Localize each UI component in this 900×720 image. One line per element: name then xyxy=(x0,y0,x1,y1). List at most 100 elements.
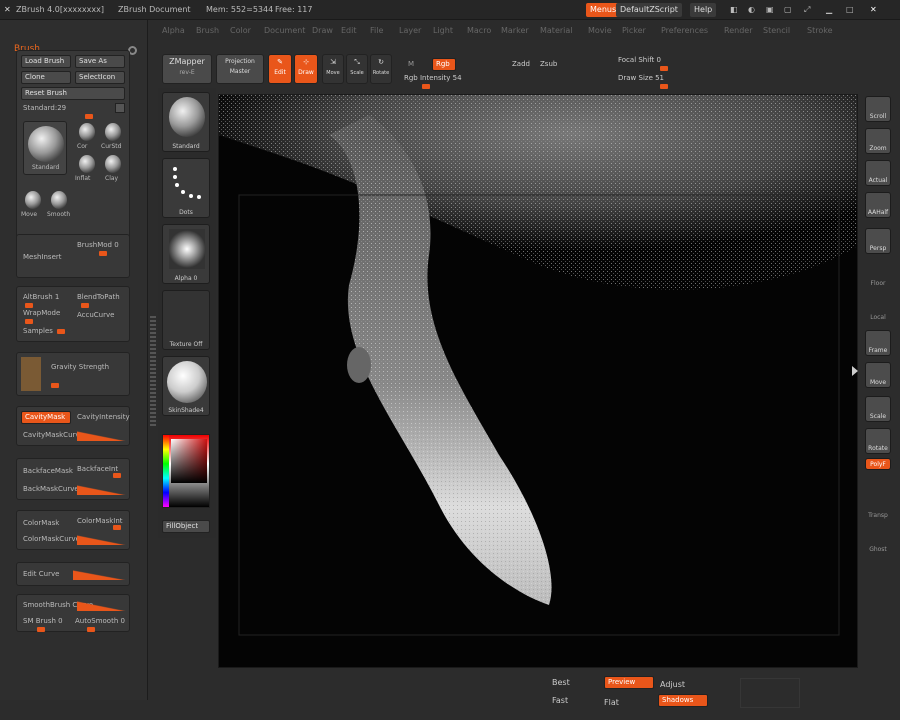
rightshelf-actual-icon[interactable]: Actual xyxy=(865,160,891,186)
material-swatch[interactable]: SkinShade4 xyxy=(162,356,210,416)
gravity-knob[interactable] xyxy=(51,383,59,388)
menu-item-layer[interactable]: Layer xyxy=(399,26,421,35)
menu-item-stroke[interactable]: Stroke xyxy=(807,26,833,35)
cavity-curve[interactable] xyxy=(77,431,127,441)
brush-picker-icon[interactable] xyxy=(115,103,125,113)
default-zscript-button[interactable]: DefaultZScript xyxy=(616,3,682,17)
edit-button[interactable]: ✎ Edit xyxy=(268,54,292,84)
menu-item-render[interactable]: Render xyxy=(724,26,752,35)
fast-button[interactable]: Fast xyxy=(552,696,568,705)
shadows-button[interactable]: Shadows xyxy=(658,694,708,707)
brush-thumb-curstd[interactable] xyxy=(105,123,121,141)
stroke-swatch[interactable]: Dots xyxy=(162,158,210,218)
color-mask-knob[interactable] xyxy=(113,525,121,530)
backface-knob[interactable] xyxy=(113,473,121,478)
color-square[interactable] xyxy=(171,439,207,483)
zadd-button[interactable]: Zadd xyxy=(512,60,530,68)
menu-item-marker[interactable]: Marker xyxy=(501,26,529,35)
restore-icon[interactable]: ▢ xyxy=(784,5,792,14)
samples-knob[interactable] xyxy=(57,329,65,334)
texture-swatch[interactable]: Texture Off xyxy=(162,290,210,350)
backface-curve[interactable] xyxy=(77,485,127,495)
save-as-button[interactable]: Save As xyxy=(75,55,125,68)
reset-brush-button[interactable]: Reset Brush xyxy=(21,87,125,100)
projection-master-button[interactable]: Projection Master xyxy=(216,54,264,84)
select-icon-button[interactable]: SelectIcon xyxy=(75,71,125,84)
edit-curve[interactable] xyxy=(73,570,127,580)
menu-item-color[interactable]: Color xyxy=(230,26,251,35)
menu-item-picker[interactable]: Picker xyxy=(622,26,646,35)
maximize-icon[interactable]: □ xyxy=(846,5,854,14)
menu-item-movie[interactable]: Movie xyxy=(588,26,612,35)
auto-smooth-knob[interactable] xyxy=(87,627,95,632)
brush-thumb-clay[interactable] xyxy=(105,155,121,173)
rightshelf-scale-icon[interactable]: Scale xyxy=(865,396,891,422)
draw-button[interactable]: ⊹ Draw xyxy=(294,54,318,84)
color-picker[interactable] xyxy=(162,434,210,508)
rightshelf-transp-icon[interactable]: Transp xyxy=(865,496,891,522)
menu-item-document[interactable]: Document xyxy=(264,26,305,35)
rgb-intensity-knob[interactable] xyxy=(422,84,430,89)
move-button[interactable]: ⇲ Move xyxy=(322,54,344,84)
sm-brush-knob[interactable] xyxy=(37,627,45,632)
load-brush-button[interactable]: Load Brush xyxy=(21,55,71,68)
collapse-right-arrow-icon[interactable] xyxy=(852,366,858,376)
rotate-button[interactable]: ↻ Rotate xyxy=(370,54,392,84)
cavity-mask-button[interactable]: CavityMask xyxy=(21,411,71,424)
draw-size-knob[interactable] xyxy=(660,84,668,89)
alpha-swatch[interactable]: Alpha 0 xyxy=(162,224,210,284)
menu-item-brush[interactable]: Brush xyxy=(196,26,219,35)
rgb-button[interactable]: Rgb xyxy=(432,58,456,71)
menu-item-stencil[interactable]: Stencil xyxy=(763,26,790,35)
alt-brush-knob[interactable] xyxy=(25,303,33,308)
brush-thumb-smooth[interactable] xyxy=(51,191,67,209)
menu-item-material[interactable]: Material xyxy=(540,26,573,35)
menu-item-preferences[interactable]: Preferences xyxy=(661,26,708,35)
rightshelf-local-icon[interactable]: Local xyxy=(865,298,891,324)
close-icon[interactable]: ✕ xyxy=(870,5,877,14)
clone-button[interactable]: Clone xyxy=(21,71,71,84)
blend-path-knob[interactable] xyxy=(81,303,89,308)
rightshelf-persp-icon[interactable]: Persp xyxy=(865,228,891,254)
hue-strip[interactable] xyxy=(163,435,169,507)
menu-item-file[interactable]: File xyxy=(370,26,383,35)
menu-item-light[interactable]: Light xyxy=(433,26,453,35)
brush-slider-knob[interactable] xyxy=(85,114,93,119)
brush-thumb-inflat[interactable] xyxy=(79,155,95,173)
fullscreen-icon[interactable]: ⤢ xyxy=(804,5,810,15)
rightshelf-floor-icon[interactable]: Floor xyxy=(865,264,891,290)
minimize-icon[interactable]: ▁ xyxy=(826,5,832,14)
help-button[interactable]: Help xyxy=(690,3,717,17)
zsub-button[interactable]: Zsub xyxy=(540,60,557,68)
rightshelf-ghost-icon[interactable]: Ghost xyxy=(865,530,891,556)
skin-icon[interactable]: ◐ xyxy=(748,5,755,14)
rightshelf-zoom-icon[interactable]: Zoom xyxy=(865,128,891,154)
preview-button[interactable]: Preview xyxy=(604,676,654,689)
store-icon[interactable]: ▣ xyxy=(766,5,774,14)
scale-button[interactable]: ⤡ Scale xyxy=(346,54,368,84)
rightshelf-frame-icon[interactable]: Frame xyxy=(865,330,891,356)
fill-object-button[interactable]: FillObject xyxy=(162,520,210,533)
brush-thumb-move[interactable] xyxy=(25,191,41,209)
adjust-button[interactable]: Adjust xyxy=(660,680,685,689)
focal-shift-knob[interactable] xyxy=(660,66,668,71)
menu-item-alpha[interactable]: Alpha xyxy=(162,26,185,35)
zmapper-button[interactable]: ZMapper rev-E xyxy=(162,54,212,84)
brush-main-thumb[interactable]: Standard xyxy=(23,121,67,175)
rightshelf-scroll-icon[interactable]: Scroll xyxy=(865,96,891,122)
menu-item-edit[interactable]: Edit xyxy=(341,26,357,35)
menu-item-macro[interactable]: Macro xyxy=(467,26,491,35)
rightshelf-rotate-icon[interactable]: Rotate xyxy=(865,428,891,454)
best-button[interactable]: Best xyxy=(552,678,570,687)
brush-mod-knob[interactable] xyxy=(99,251,107,256)
canvas-viewport[interactable] xyxy=(218,94,858,668)
wrap-mode-knob[interactable] xyxy=(25,319,33,324)
brush-swatch[interactable]: Standard xyxy=(162,92,210,152)
color-curve[interactable] xyxy=(77,535,127,545)
left-tray-handle[interactable] xyxy=(150,316,156,426)
rightshelf-aahalf-icon[interactable]: AAHalf xyxy=(865,192,891,218)
menu-item-draw[interactable]: Draw xyxy=(312,26,333,35)
flat-button[interactable]: Flat xyxy=(604,698,619,707)
rightshelf-polyf-icon[interactable]: PolyF xyxy=(865,458,891,470)
smooth-curve[interactable] xyxy=(77,601,127,611)
